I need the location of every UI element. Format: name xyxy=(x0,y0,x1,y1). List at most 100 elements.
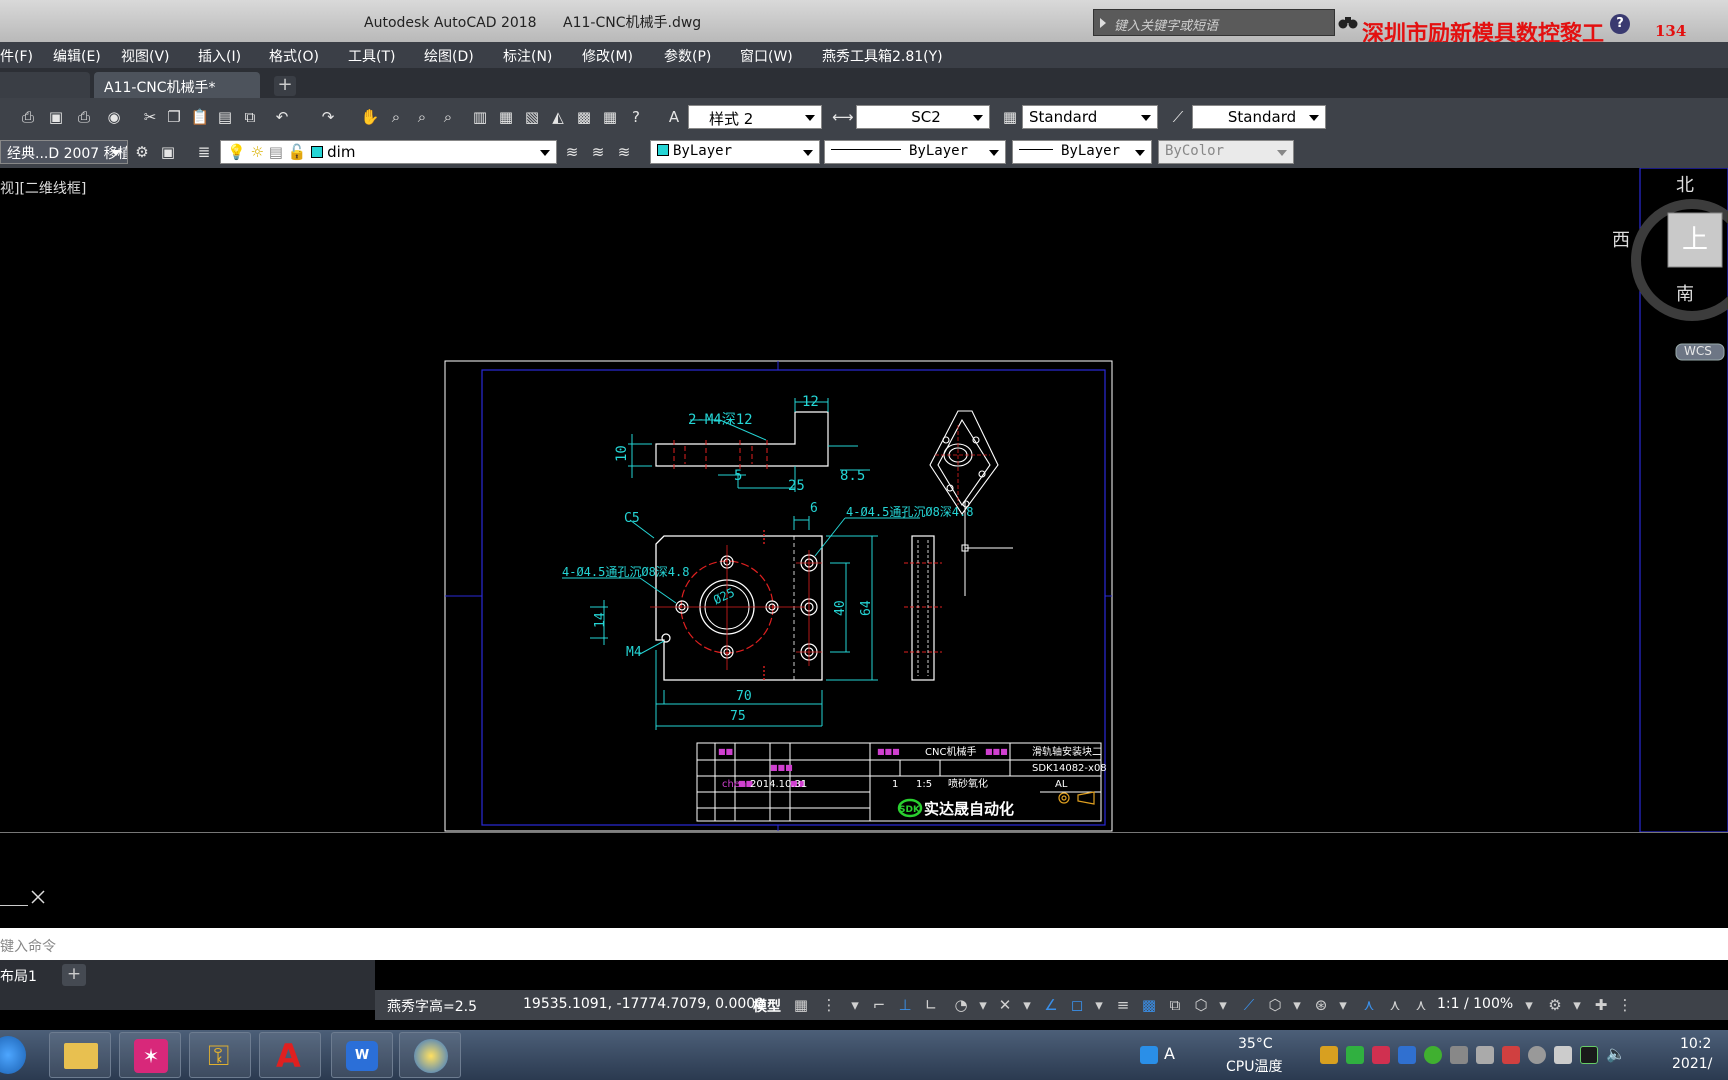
polar-tracking-icon[interactable]: ◔ xyxy=(951,995,971,1015)
menu-window[interactable]: 窗口(W) xyxy=(740,42,822,68)
menu-tools[interactable]: 工具(T) xyxy=(348,42,424,68)
yanxiu-text-height[interactable]: 燕秀字高=2.5 xyxy=(387,996,477,1016)
color-select[interactable]: ByLayer xyxy=(650,140,820,164)
plot-preview-icon[interactable]: ▣ xyxy=(46,107,66,127)
dim-style-icon[interactable]: ⟷ xyxy=(832,107,854,127)
dynamic-input-icon[interactable]: ⊥ xyxy=(895,995,915,1015)
dim-style-select[interactable]: SC2 xyxy=(856,105,990,129)
viewcube-north[interactable]: 北 xyxy=(1676,171,1694,197)
lineweight-icon[interactable]: ≡ xyxy=(1113,995,1133,1015)
chevron-down-icon[interactable]: ▾ xyxy=(1567,995,1587,1015)
3d-object-snap-icon[interactable]: ⬡ xyxy=(1191,995,1211,1015)
workspace-toggle-icon[interactable]: ▣ xyxy=(158,142,178,162)
selection-cycling-icon[interactable]: ⧉ xyxy=(1165,995,1185,1015)
help-button-icon[interactable]: ? xyxy=(626,107,646,127)
annotation-visibility-icon[interactable]: ⋏ xyxy=(1359,995,1379,1015)
viewcube-west[interactable]: 西 xyxy=(1612,226,1630,252)
chevron-down-icon[interactable]: ▾ xyxy=(1519,995,1539,1015)
block-editor-icon[interactable]: ⧉ xyxy=(240,107,260,127)
calculator-icon[interactable]: ▦ xyxy=(600,107,620,127)
command-input[interactable]: 键入命令 xyxy=(0,928,1728,960)
tab-layout1[interactable]: 布局1 xyxy=(0,964,50,986)
design-center-icon[interactable]: ▦ xyxy=(496,107,516,127)
properties-icon[interactable]: ▥ xyxy=(470,107,490,127)
help-icon[interactable]: ? xyxy=(1610,14,1630,34)
chevron-down-icon[interactable]: ▾ xyxy=(1017,995,1037,1015)
tray-icon-10[interactable] xyxy=(1554,1046,1572,1064)
match-properties-icon[interactable]: ▤ xyxy=(215,107,235,127)
text-style-select[interactable]: 样式 2 xyxy=(688,105,822,129)
tray-icon-1[interactable] xyxy=(1320,1046,1338,1064)
snap-icon[interactable]: ⋮ xyxy=(819,995,839,1015)
object-snap-icon[interactable]: ◻ xyxy=(1067,995,1087,1015)
search-input[interactable]: 键入关键字或短语 xyxy=(1093,9,1335,36)
ortho-icon[interactable]: ∟ xyxy=(921,995,941,1015)
tray-icon-6[interactable] xyxy=(1450,1046,1468,1064)
chevron-down-icon[interactable]: ▾ xyxy=(1089,995,1109,1015)
dynamic-ucs-icon[interactable]: ⟋ xyxy=(1239,995,1259,1015)
menu-format[interactable]: 格式(O) xyxy=(269,42,348,68)
volume-icon[interactable]: 🔈 xyxy=(1606,1044,1626,1063)
close-icon[interactable] xyxy=(30,889,46,905)
qq-icon[interactable] xyxy=(1140,1046,1158,1064)
tray-icon-7[interactable] xyxy=(1476,1046,1494,1064)
chevron-down-icon[interactable]: ▾ xyxy=(973,995,993,1015)
start-button[interactable] xyxy=(0,1036,26,1074)
tab-document[interactable]: A11-CNC机械手* xyxy=(94,72,260,98)
wcs-menu[interactable]: WCS xyxy=(1684,344,1712,358)
zoom-window-icon[interactable]: ⌕ xyxy=(412,107,432,127)
gizmo-icon[interactable]: ⊛ xyxy=(1311,995,1331,1015)
new-layout-button[interactable]: + xyxy=(62,964,86,986)
undo-icon[interactable]: ↶ xyxy=(272,107,292,127)
chevron-down-icon[interactable]: ▾ xyxy=(845,995,865,1015)
menu-parametric[interactable]: 参数(P) xyxy=(664,42,740,68)
tray-icon-8[interactable] xyxy=(1502,1046,1520,1064)
zoom-previous-icon[interactable]: ⌕ xyxy=(438,107,458,127)
zoom-realtime-icon[interactable]: ⌕ xyxy=(386,107,406,127)
tray-icon-9[interactable] xyxy=(1528,1046,1546,1064)
table-style-select[interactable]: Standard xyxy=(1022,105,1158,129)
menu-dimension[interactable]: 标注(N) xyxy=(503,42,582,68)
layer-previous-icon[interactable]: ≋ xyxy=(588,142,608,162)
text-style-icon[interactable]: A xyxy=(664,107,684,127)
grid-icon[interactable]: ▦ xyxy=(791,995,811,1015)
publish-icon[interactable]: ⎙ xyxy=(74,107,94,127)
taskbar-explorer[interactable] xyxy=(49,1032,111,1078)
chevron-down-icon[interactable]: ▾ xyxy=(1213,995,1233,1015)
tray-icon-5[interactable] xyxy=(1424,1046,1442,1064)
copy-icon[interactable]: ❐ xyxy=(164,107,184,127)
taskbar-keys[interactable]: ⚿ xyxy=(189,1032,251,1078)
annotation-scale-icon[interactable]: ⋏ xyxy=(1411,995,1431,1015)
table-style-icon[interactable]: ▦ xyxy=(1000,107,1020,127)
cut-icon[interactable]: ✂ xyxy=(140,107,160,127)
menu-insert[interactable]: 插入(I) xyxy=(198,42,269,68)
viewcube-top-face[interactable]: 上 xyxy=(1682,219,1708,256)
model-space-canvas[interactable]: 视][二维线框] 2-M4深12 12 10 5 25 8.5 C5 6 4-Ø… xyxy=(0,168,1728,832)
mleader-style-icon[interactable]: ⟋ xyxy=(1168,107,1188,127)
transparency-icon[interactable]: ▩ xyxy=(1139,995,1159,1015)
taskbar-app-pink[interactable]: ✶ xyxy=(119,1032,181,1078)
chevron-down-icon[interactable]: ▾ xyxy=(1287,995,1307,1015)
chevron-down-icon[interactable]: ▾ xyxy=(1333,995,1353,1015)
infer-constraints-icon[interactable]: ⌐ xyxy=(869,995,889,1015)
workspace-select[interactable]: 经典...D 2007 移植 xyxy=(0,140,128,164)
menu-view[interactable]: 视图(V) xyxy=(121,42,198,68)
clock-time[interactable]: 10:2 xyxy=(1680,1036,1711,1052)
globe-icon[interactable]: ◉ xyxy=(104,107,124,127)
lineweight-select[interactable]: ByLayer xyxy=(1012,140,1152,164)
layer-properties-icon[interactable]: ≣ xyxy=(194,142,214,162)
plotstyle-select[interactable]: ByColor xyxy=(1158,140,1294,164)
gear-icon[interactable]: ⚙ xyxy=(1545,995,1565,1015)
customize-icon[interactable]: ⋮ xyxy=(1615,995,1635,1015)
menu-edit[interactable]: 编辑(E) xyxy=(53,42,121,68)
taskbar-autocad[interactable]: A xyxy=(259,1032,321,1078)
menu-yanxiu-toolbox[interactable]: 燕秀工具箱2.81(Y) xyxy=(822,42,982,68)
model-space-toggle[interactable]: 模型 xyxy=(753,996,781,1016)
tray-icon-3[interactable] xyxy=(1372,1046,1390,1064)
plus-icon[interactable]: ✚ xyxy=(1591,995,1611,1015)
mleader-style-select[interactable]: Standard xyxy=(1192,105,1326,129)
tray-icon-2[interactable] xyxy=(1346,1046,1364,1064)
tool-palettes-icon[interactable]: ▧ xyxy=(522,107,542,127)
paste-icon[interactable]: 📋 xyxy=(190,107,210,127)
coordinates-readout[interactable]: 19535.1091, -17774.7079, 0.0000 xyxy=(523,996,764,1012)
